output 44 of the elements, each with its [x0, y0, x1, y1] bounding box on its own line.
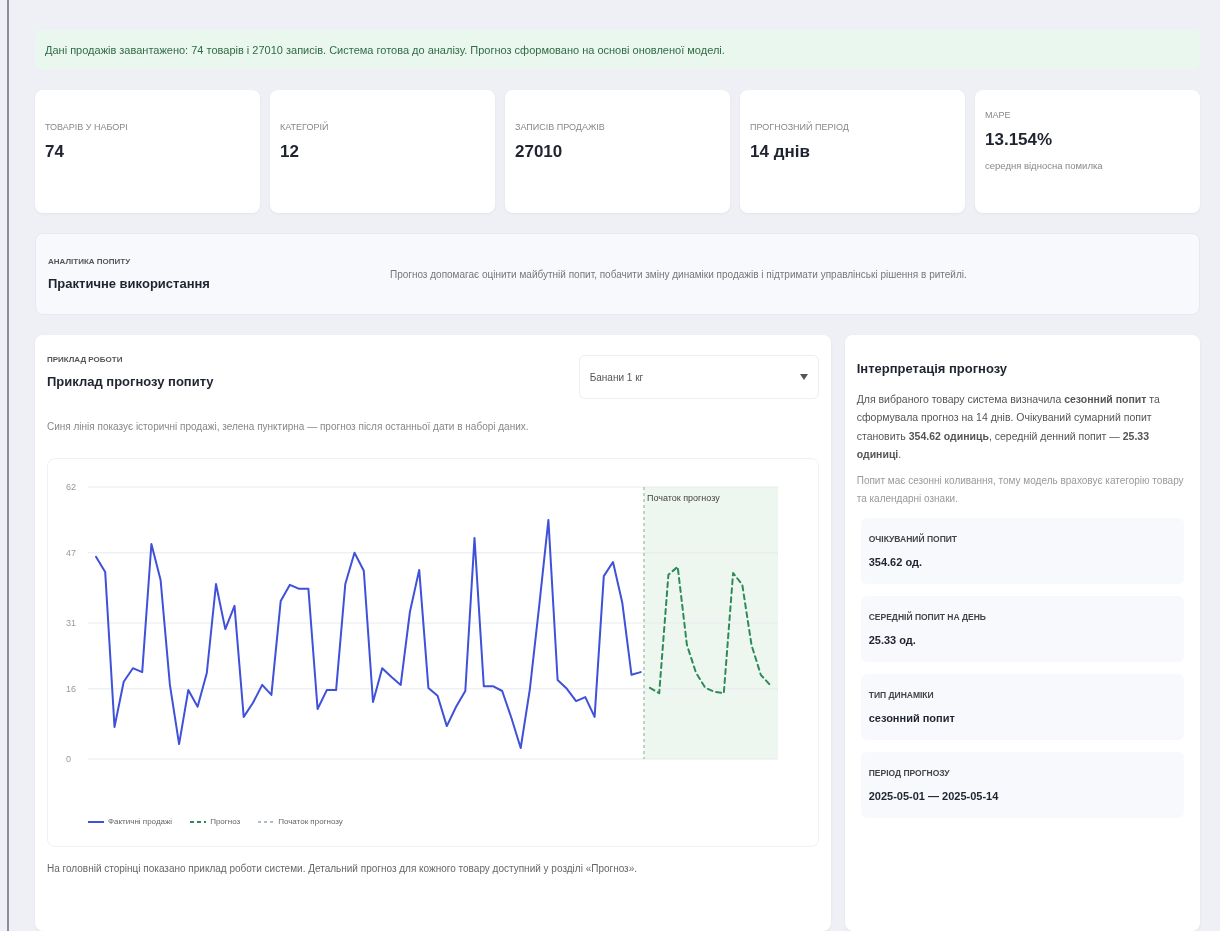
stat-value: 14 днів	[750, 142, 811, 162]
stat-value: 13.154%	[985, 130, 1054, 150]
fact-value: сезонний попит	[868, 711, 956, 724]
y-tick-label: 31	[66, 618, 76, 628]
stat-label: КАТЕГОРІЙ	[280, 122, 330, 132]
legend-item: Початок прогнозу	[258, 817, 343, 826]
usage-text: Прогноз допомагає оцінити майбутній попит, побачити зміну динаміки продажів і підтримати управлінські рішення в ритейлі.	[389, 268, 967, 280]
y-tick-label: 16	[66, 683, 76, 694]
interpretation-title: Інтерпретація прогнозу	[856, 361, 1009, 376]
fact-value: 2025-05-01 — 2025-05-14	[868, 789, 1000, 802]
y-tick-label: 62	[66, 482, 76, 492]
solid-line-icon	[88, 819, 104, 824]
chart-description: Синя лінія показує історичні продажі, зелена пунктирна — прогноз після останньої дати в наборі даних.	[47, 421, 530, 432]
section-title: Приклад прогнозу попиту	[47, 374, 214, 389]
dashed-line-icon	[258, 819, 275, 824]
product-select[interactable]: Банани 1 кг	[578, 355, 819, 399]
stat-value: 27010	[515, 142, 564, 162]
legend-item: Прогноз	[190, 817, 241, 826]
stat-label: MAPE	[985, 110, 1012, 120]
stat-label: ТОВАРІВ У НАБОРІ	[45, 122, 129, 132]
interpretation-note: Попит має сезонні коливання, тому модель враховує категорію товару та календарні ознаки.	[856, 473, 1185, 506]
stat-value: 12	[280, 142, 300, 162]
fact-value: 354.62 од.	[868, 555, 924, 568]
section-eyebrow: ПРИКЛАД РОБОТИ	[47, 355, 124, 364]
fact-label: ТИП ДИНАМІКИ	[868, 689, 935, 700]
interpretation-summary: Для вибраного товару система визначила сезонний попит та сформувала прогноз на 14 днів. Очікуваний сумарний попит становить 354.62 одиниць, середній денний попит — 25.33 одиниці.	[856, 392, 1161, 463]
section-title: Практичне використання	[48, 276, 210, 291]
stat-note: середня відносна помилка	[985, 160, 1104, 171]
legend-item: Фактичні продажі	[88, 817, 173, 826]
fact-label: ПЕРІОД ПРОГНОЗУ	[868, 767, 951, 778]
dashed-line-icon	[190, 819, 207, 824]
stat-label: ЗАПИСІВ ПРОДАЖІВ	[515, 122, 606, 132]
fact-label: СЕРЕДНІЙ ПОПИТ НА ДЕНЬ	[868, 611, 987, 622]
caret-icon	[799, 374, 808, 380]
fact-label: ОЧІКУВАНИЙ ПОПИТ	[868, 533, 959, 544]
y-tick-label: 0	[66, 754, 71, 764]
status-banner: Дані продажів завантажено: 74 товарів і 27010 записів. Система готова до аналізу. Прогноз сформовано на основі оновленої моделі.	[35, 30, 1200, 70]
stat-label: ПРОГНОЗНИЙ ПЕРІОД	[750, 122, 850, 132]
footer-note: На головній сторінці показано приклад роботи системи. Детальний прогноз для кожного товару доступний у розділі «Прогноз».	[47, 863, 639, 874]
stat-value: 74	[45, 142, 65, 162]
fact-value: 25.33 од.	[868, 633, 917, 646]
y-tick-label: 47	[66, 547, 76, 558]
annotation-label: Початок прогнозу	[646, 493, 720, 503]
section-eyebrow: АНАЛІТИКА ПОПИТУ	[48, 257, 132, 266]
